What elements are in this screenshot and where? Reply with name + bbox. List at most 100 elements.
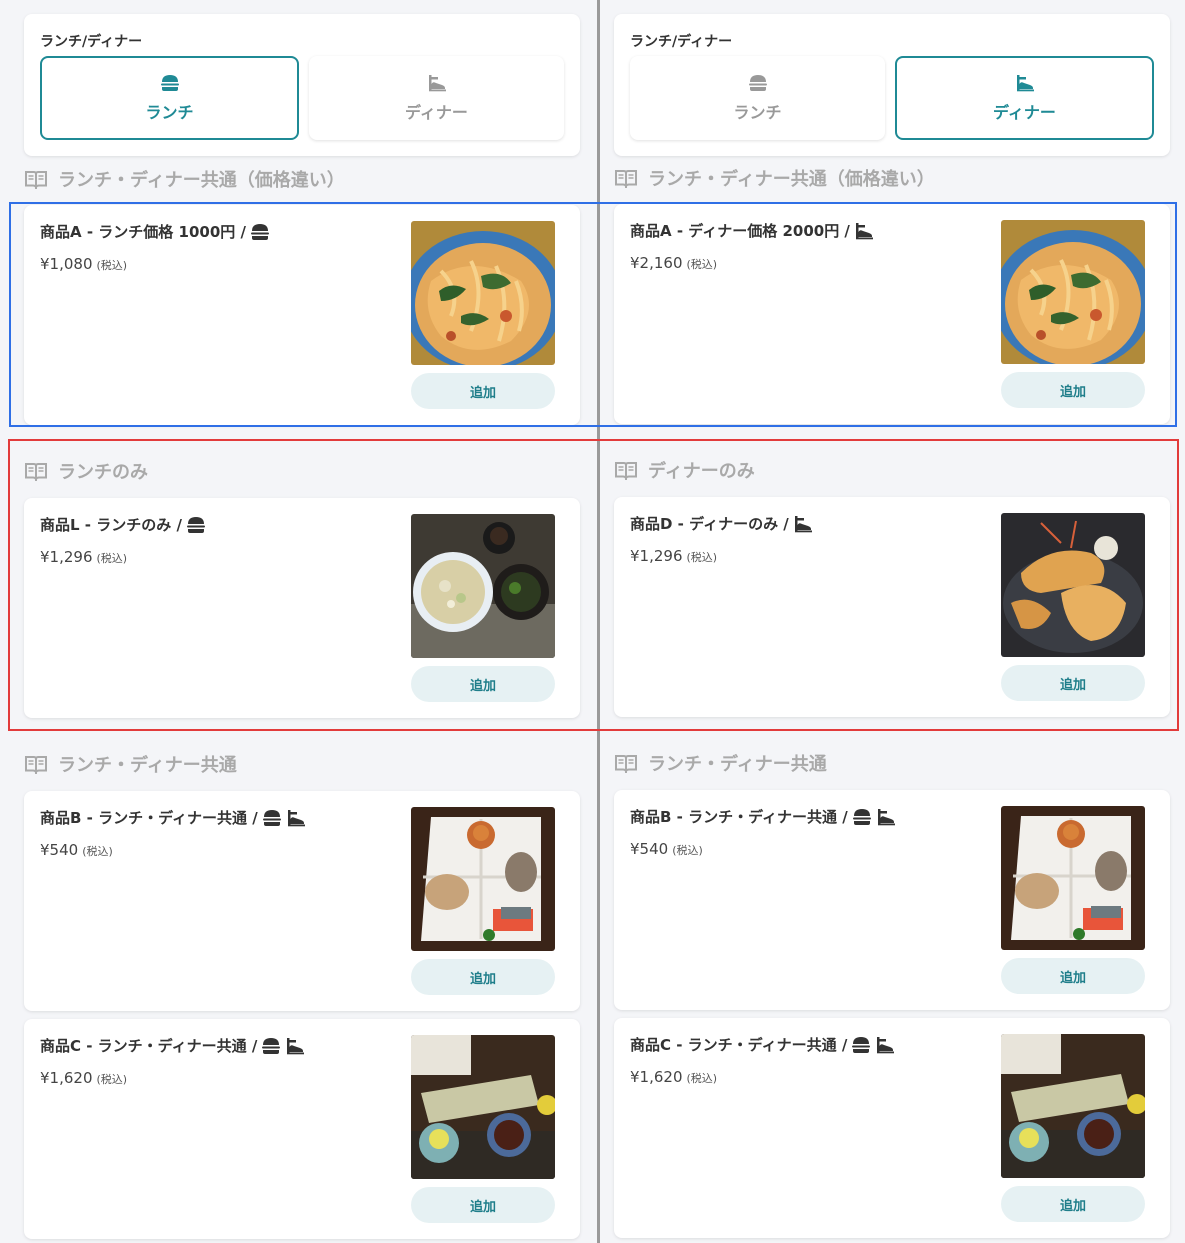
item-name-text: 商品B - ランチ・ディナー共通 / [630, 808, 848, 826]
dinner-icon [854, 222, 874, 240]
section-title: ランチのみ [58, 462, 148, 483]
section-header: ランチ・ディナー共通（価格違い） [614, 165, 935, 191]
tax-note: (税込) [96, 552, 128, 565]
tax-note: (税込) [96, 259, 128, 272]
tax-note: (税込) [672, 844, 703, 857]
section-header: ランチ・ディナー共通 [614, 750, 827, 776]
burger-icon [160, 73, 180, 93]
dinner-icon [875, 1036, 895, 1054]
item-name-text: 商品A - ランチ価格 1000円 / [40, 223, 246, 241]
item-name-text: 商品C - ランチ・ディナー共通 / [630, 1036, 848, 1054]
item-price: ¥1,620 (税込) [630, 1068, 717, 1086]
dinner-toggle-button[interactable]: ディナー [895, 56, 1154, 140]
item-price: ¥1,080 (税込) [40, 255, 127, 273]
add-button[interactable]: 追加 [411, 666, 555, 702]
menu-item-card: 商品A - ディナー価格 2000円 / ¥2,160 (税込) 追加 [614, 204, 1170, 424]
section-header: ランチのみ [24, 458, 148, 484]
price-value: ¥540 [40, 841, 79, 859]
menu-item-card: 商品L - ランチのみ / ¥1,296 (税込) 追加 [24, 498, 580, 718]
add-button[interactable]: 追加 [1001, 1186, 1145, 1222]
item-name: 商品B - ランチ・ディナー共通 / [630, 806, 896, 827]
lunch-toggle-button[interactable]: ランチ [630, 56, 885, 140]
burger-icon [851, 1036, 871, 1054]
price-value: ¥1,620 [630, 1068, 683, 1086]
menu-item-card: 商品D - ディナーのみ / ¥1,296 (税込) 追加 [614, 497, 1170, 717]
item-name-text: 商品L - ランチのみ / [40, 516, 182, 534]
dinner-toggle-label: ディナー [405, 103, 468, 122]
tax-note: (税込) [686, 551, 718, 564]
item-photo-pasta [411, 221, 555, 365]
item-photo-sashimi-tray [411, 1035, 555, 1179]
item-price: ¥540 (税込) [630, 840, 703, 858]
book-icon [24, 461, 48, 481]
item-photo-pasta [1001, 220, 1145, 364]
meal-toggle-title: ランチ/ディナー [40, 34, 143, 50]
lunch-toggle-button[interactable]: ランチ [40, 56, 299, 140]
meal-toggle-card: ランチ/ディナー ランチ ディナー [614, 14, 1170, 156]
item-price: ¥1,296 (税込) [40, 548, 127, 566]
item-name: 商品B - ランチ・ディナー共通 / [40, 807, 306, 828]
dinner-icon [285, 1037, 305, 1055]
item-name: 商品C - ランチ・ディナー共通 / [40, 1035, 305, 1056]
tax-note: (税込) [686, 1072, 718, 1085]
section-header: ランチ・ディナー共通 [24, 751, 237, 777]
meal-toggle-row: ランチ ディナー [40, 56, 564, 140]
item-price: ¥1,296 (税込) [630, 547, 717, 565]
price-value: ¥1,080 [40, 255, 93, 273]
add-button[interactable]: 追加 [411, 959, 555, 995]
dinner-toggle-label: ディナー [993, 103, 1056, 122]
item-price: ¥2,160 (税込) [630, 254, 717, 272]
burger-icon [262, 809, 282, 827]
lunch-toggle-label: ランチ [145, 103, 194, 122]
add-button[interactable]: 追加 [411, 373, 555, 409]
meal-toggle-card: ランチ/ディナー ランチ ディナー [24, 14, 580, 156]
book-icon [614, 168, 638, 188]
meal-toggle-title: ランチ/ディナー [630, 34, 733, 50]
item-name-text: 商品D - ディナーのみ / [630, 515, 789, 533]
section-title: ディナーのみ [648, 461, 755, 482]
section-title: ランチ・ディナー共通 [58, 755, 237, 776]
add-button[interactable]: 追加 [1001, 958, 1145, 994]
dinner-icon [1015, 73, 1035, 93]
section-title: ランチ・ディナー共通（価格違い） [58, 170, 345, 191]
price-value: ¥1,296 [630, 547, 683, 565]
item-name: 商品L - ランチのみ / [40, 514, 206, 535]
book-icon [24, 169, 48, 189]
section-title: ランチ・ディナー共通 [648, 754, 827, 775]
item-photo-sashimi-tray [1001, 1034, 1145, 1178]
item-photo-appetizer-plate [411, 807, 555, 951]
price-value: ¥2,160 [630, 254, 683, 272]
item-photo-lunch-set [411, 514, 555, 658]
burger-icon [250, 223, 270, 241]
tax-note: (税込) [96, 1073, 128, 1086]
burger-icon [261, 1037, 281, 1055]
section-header: ランチ・ディナー共通（価格違い） [24, 166, 345, 192]
item-name: 商品C - ランチ・ディナー共通 / [630, 1034, 895, 1055]
add-button[interactable]: 追加 [1001, 372, 1145, 408]
section-title: ランチ・ディナー共通（価格違い） [648, 169, 935, 190]
lunch-toggle-label: ランチ [733, 103, 782, 122]
book-icon [614, 460, 638, 480]
dinner-icon [286, 809, 306, 827]
menu-item-card: 商品A - ランチ価格 1000円 / ¥1,080 (税込) 追加 [24, 205, 580, 425]
item-price: ¥540 (税込) [40, 841, 113, 859]
burger-icon [748, 73, 768, 93]
dinner-icon [427, 73, 447, 93]
add-button[interactable]: 追加 [411, 1187, 555, 1223]
meal-toggle-row: ランチ ディナー [630, 56, 1154, 140]
item-name: 商品D - ディナーのみ / [630, 513, 813, 534]
book-icon [614, 753, 638, 773]
dinner-icon [876, 808, 896, 826]
item-name-text: 商品A - ディナー価格 2000円 / [630, 222, 850, 240]
add-button[interactable]: 追加 [1001, 665, 1145, 701]
item-photo-fried-shrimp [1001, 513, 1145, 657]
panel-divider [597, 0, 600, 1243]
menu-item-card: 商品B - ランチ・ディナー共通 / ¥540 (税込) 追加 [24, 791, 580, 1011]
price-value: ¥1,296 [40, 548, 93, 566]
dinner-toggle-button[interactable]: ディナー [309, 56, 564, 140]
dinner-icon [793, 515, 813, 533]
section-header: ディナーのみ [614, 457, 755, 483]
item-name-text: 商品C - ランチ・ディナー共通 / [40, 1037, 258, 1055]
tax-note: (税込) [686, 258, 718, 271]
price-value: ¥540 [630, 840, 669, 858]
